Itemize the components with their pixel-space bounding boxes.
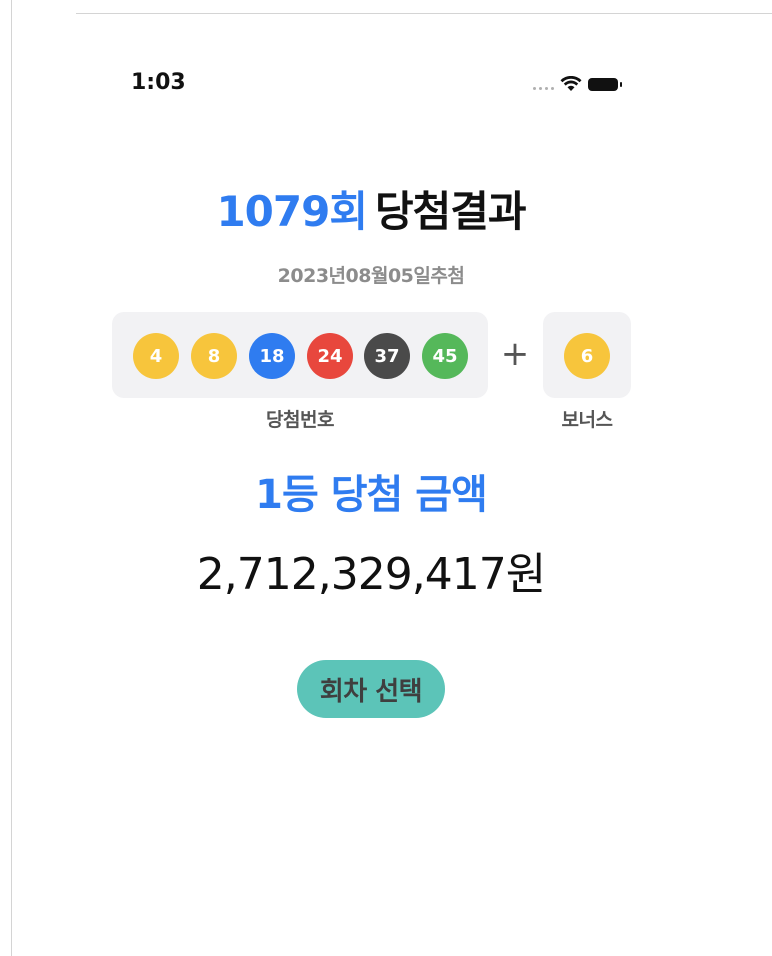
select-round-button[interactable]: 회차 선택 (297, 660, 445, 718)
wifi-icon (560, 76, 582, 91)
round-number: 1079회 (216, 187, 368, 236)
page-title: 1079회 당첨결과 (0, 178, 742, 239)
winning-ball: 8 (191, 333, 237, 379)
battery-icon (588, 77, 622, 91)
bonus-caption: 보너스 (561, 409, 613, 431)
winning-ball: 45 (422, 333, 468, 379)
first-prize-label: 1등 당첨 금액 (255, 472, 488, 518)
winning-numbers-caption: 당첨번호 (266, 409, 334, 431)
status-icons (533, 72, 643, 96)
title-label: 당첨결과 (374, 187, 527, 236)
draw-date: 2023년08월05일추첨 (277, 265, 465, 287)
winning-ball: 37 (364, 333, 410, 379)
winning-ball: 24 (307, 333, 353, 379)
first-prize-amount: 2,712,329,417원 (196, 549, 546, 600)
cellular-signal-icon (533, 78, 554, 90)
winning-ball: 4 (133, 333, 179, 379)
bonus-ball: 6 (564, 333, 610, 379)
frame-border-top (76, 13, 772, 14)
winning-ball: 18 (249, 333, 295, 379)
status-time: 1:03 (131, 70, 186, 95)
plus-sign: + (500, 334, 530, 374)
